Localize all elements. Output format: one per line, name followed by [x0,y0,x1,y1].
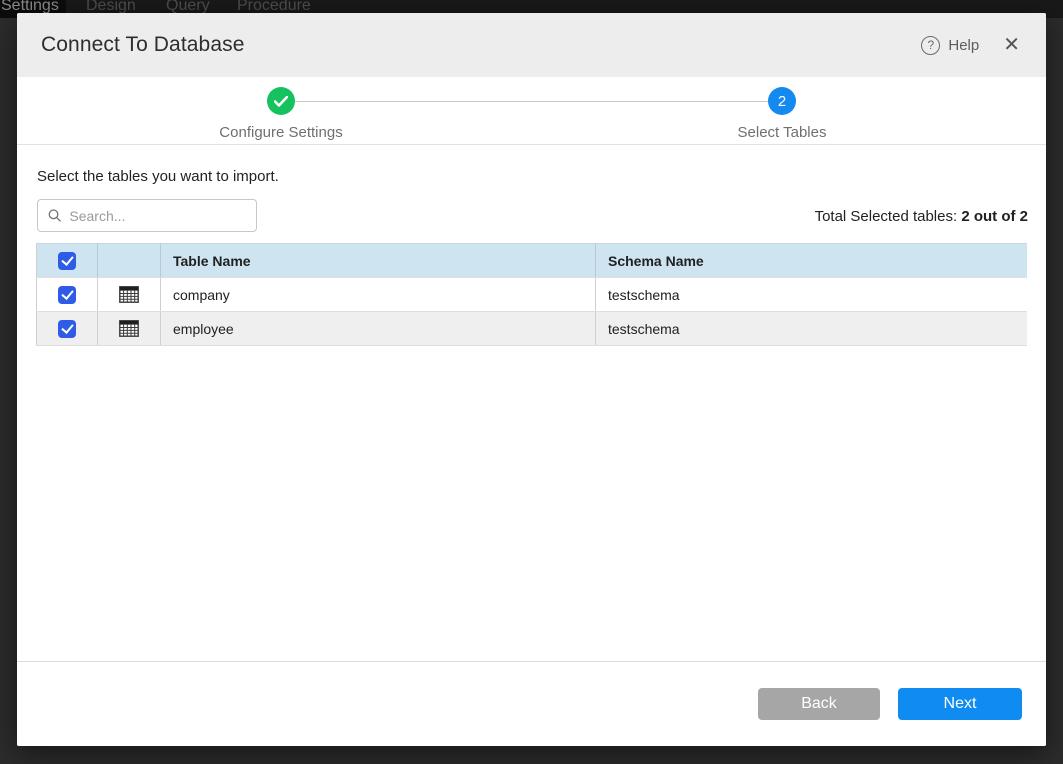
tables-list: Table Name Schema Name [36,243,1027,346]
screen: Settings Design Query Procedure Connect … [0,0,1063,764]
column-header-schema-name: Schema Name [596,244,1027,278]
step-completed-check-icon [267,87,295,115]
table-name-cell: company [161,278,596,312]
table-name-cell: employee [161,312,596,346]
help-label: Help [948,37,979,54]
step-label: Configure Settings [219,124,342,141]
step-configure-settings: Configure Settings [281,87,404,141]
selection-summary-label: Total Selected tables: [815,208,962,225]
table-icon [119,286,139,303]
select-all-checkbox[interactable] [58,252,76,270]
connect-database-dialog: Connect To Database ? Help ✕ Configure S… [17,13,1046,746]
step-label: Select Tables [738,124,827,141]
back-button[interactable]: Back [758,688,880,720]
row-checkbox[interactable] [58,286,76,304]
table-row[interactable]: company testschema [37,278,1027,312]
schema-name-cell: testschema [596,278,1027,312]
instruction-text: Select the tables you want to import. [37,168,279,185]
close-icon[interactable]: ✕ [1001,35,1022,55]
wizard-stepper: Configure Settings 2 Select Tables [17,77,1046,145]
selection-summary: Total Selected tables: 2 out of 2 [815,208,1028,225]
schema-name-cell: testschema [596,312,1027,346]
step-select-tables: 2 Select Tables [782,87,871,141]
next-button[interactable]: Next [898,688,1022,720]
search-input[interactable] [69,208,246,224]
help-button[interactable]: ? Help [921,36,979,55]
row-checkbox[interactable] [58,320,76,338]
check-icon [274,96,288,107]
table-row[interactable]: employee testschema [37,312,1027,346]
dialog-header: Connect To Database ? Help ✕ [17,13,1046,77]
dialog-footer: Back Next [17,661,1046,746]
search-box [37,199,257,232]
column-header-table-name: Table Name [161,244,596,278]
icon-column-header [98,244,161,278]
search-icon [48,208,61,223]
selection-summary-value: 2 out of 2 [961,208,1028,225]
help-icon: ? [921,36,940,55]
table-icon [119,320,139,337]
table-header-row: Table Name Schema Name [37,244,1027,278]
dialog-title: Connect To Database [41,33,244,57]
step-number-badge: 2 [768,87,796,115]
